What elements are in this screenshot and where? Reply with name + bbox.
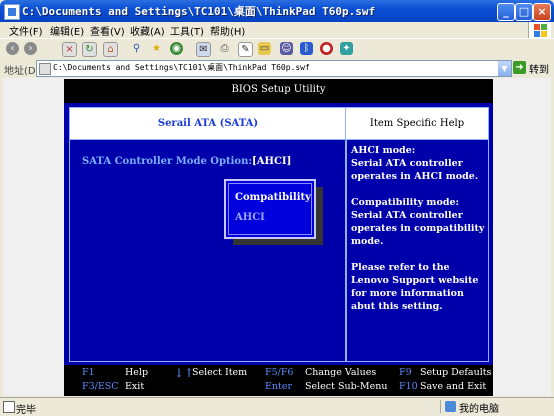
bios-footer: F1 Help ↓↑ Select Item F5/F6 Change Valu… (64, 365, 493, 396)
key-f10-desc: Save and Exit (420, 381, 487, 392)
help-panel-title: Item Specific Help (346, 108, 488, 140)
sata-mode-label[interactable]: SATA Controller Mode Option: (82, 156, 252, 167)
minimize-button[interactable]: _ (497, 3, 515, 21)
home-icon[interactable]: ⌂ (103, 42, 118, 57)
address-label: 地址(D) (4, 66, 40, 77)
mail-icon[interactable]: ✉ (196, 42, 211, 57)
help-panel: Item Specific Help AHCI mode: Serial ATA … (345, 107, 489, 362)
address-value: C:\Documents and Settings\TC101\桌面\Think… (53, 63, 310, 72)
mode-options-popup: Compatibility AHCI (224, 179, 316, 239)
key-f1: F1 (82, 367, 95, 378)
window-title: C:\Documents and Settings\TC101\桌面\Think… (22, 5, 376, 18)
menu-edit[interactable]: 编辑(E) (50, 23, 84, 38)
help-paragraph-compat: Compatibility mode: Serial ATA controller… (351, 197, 485, 247)
bios-header: BIOS Setup Utility (64, 79, 493, 103)
key-updown-desc: Select Item (192, 367, 248, 378)
option-ahci[interactable]: AHCI (235, 212, 265, 223)
menu-view[interactable]: 查看(V) (90, 23, 125, 38)
chevron-down-icon[interactable]: ▼ (498, 61, 511, 76)
menu-bar: 文件(F) 编辑(E) 查看(V) 收藏(A) 工具(T) 帮助(H) (0, 22, 554, 38)
bios-screen[interactable]: BIOS Setup Utility Serail ATA (SATA) SAT… (64, 79, 493, 396)
refresh-icon[interactable]: ↻ (82, 42, 97, 57)
main-panel-title: Serail ATA (SATA) (70, 108, 346, 140)
help-paragraph-ahci: AHCI mode: Serial ATA controller operates… (351, 145, 479, 182)
address-input[interactable]: C:\Documents and Settings\TC101\桌面\Think… (36, 60, 512, 77)
computer-icon (445, 401, 456, 412)
sata-mode-value[interactable]: [AHCI] (252, 156, 291, 167)
option-compatibility[interactable]: Compatibility (235, 192, 311, 203)
key-f10: F10 (399, 381, 418, 392)
key-f1-desc: Help (125, 367, 149, 378)
close-button[interactable]: × (533, 3, 551, 21)
windows-logo-icon (528, 22, 551, 38)
menu-tools[interactable]: 工具(T) (170, 23, 204, 38)
popup-border: Compatibility AHCI (228, 183, 312, 235)
arrow-right-icon: ➜ (513, 61, 526, 74)
go-button[interactable]: ➜ 转到 (513, 61, 551, 76)
search-icon[interactable]: ⚲ (130, 42, 143, 55)
go-label: 转到 (529, 65, 549, 76)
tool-icon[interactable]: ✦ (340, 42, 353, 55)
security-zone: 我的电脑 (440, 400, 552, 415)
folder-icon[interactable]: ▭ (258, 42, 271, 55)
media-icon[interactable]: ◉ (170, 42, 183, 55)
address-bar: 地址(D) C:\Documents and Settings\TC101\桌面… (0, 59, 554, 77)
key-f5f6-desc: Change Values (305, 367, 377, 378)
key-f5f6: F5/F6 (265, 367, 294, 378)
help-text: AHCI mode: Serial ATA controller operates… (351, 144, 485, 326)
key-f9-desc: Setup Defaults (420, 367, 492, 378)
status-bar: 完毕 我的电脑 (0, 397, 554, 416)
key-f9: F9 (399, 367, 412, 378)
print-icon[interactable]: ⎙ (218, 42, 231, 55)
back-icon[interactable]: ‹ (6, 42, 19, 55)
page-icon (39, 63, 51, 75)
key-f3esc: F3/ESC (82, 381, 119, 392)
key-enter: Enter (265, 381, 293, 392)
favorites-icon[interactable]: ★ (150, 42, 163, 55)
toolbar: ‹ › × ↻ ⌂ ⚲ ★ ◉ ✉ ⎙ ✎ ▭ ☺ ᛒ ● ✦ (0, 38, 554, 60)
key-f3esc-desc: Exit (125, 381, 145, 392)
page-content: BIOS Setup Utility Serail ATA (SATA) SAT… (3, 78, 551, 396)
title-bar[interactable]: C:\Documents and Settings\TC101\桌面\Think… (0, 0, 554, 22)
page-status-icon (3, 401, 15, 413)
stop-icon[interactable]: × (62, 42, 77, 57)
menu-file[interactable]: 文件(F) (9, 23, 43, 38)
forward-icon[interactable]: › (24, 42, 37, 55)
key-enter-desc: Select Sub-Menu (305, 381, 388, 392)
document-icon (4, 4, 20, 20)
help-paragraph-support: Please refer to the Lenovo Support websi… (351, 262, 479, 312)
menu-favorites[interactable]: 收藏(A) (130, 23, 165, 38)
zone-label: 我的电脑 (459, 404, 499, 415)
bluetooth-icon[interactable]: ᛒ (300, 42, 313, 55)
maximize-button[interactable]: □ (515, 3, 533, 21)
status-text: 完毕 (16, 405, 36, 416)
menu-help[interactable]: 帮助(H) (210, 23, 245, 38)
edit-icon[interactable]: ✎ (238, 42, 253, 57)
messenger-icon[interactable]: ☺ (280, 42, 293, 55)
qq-icon[interactable]: ● (320, 42, 333, 55)
